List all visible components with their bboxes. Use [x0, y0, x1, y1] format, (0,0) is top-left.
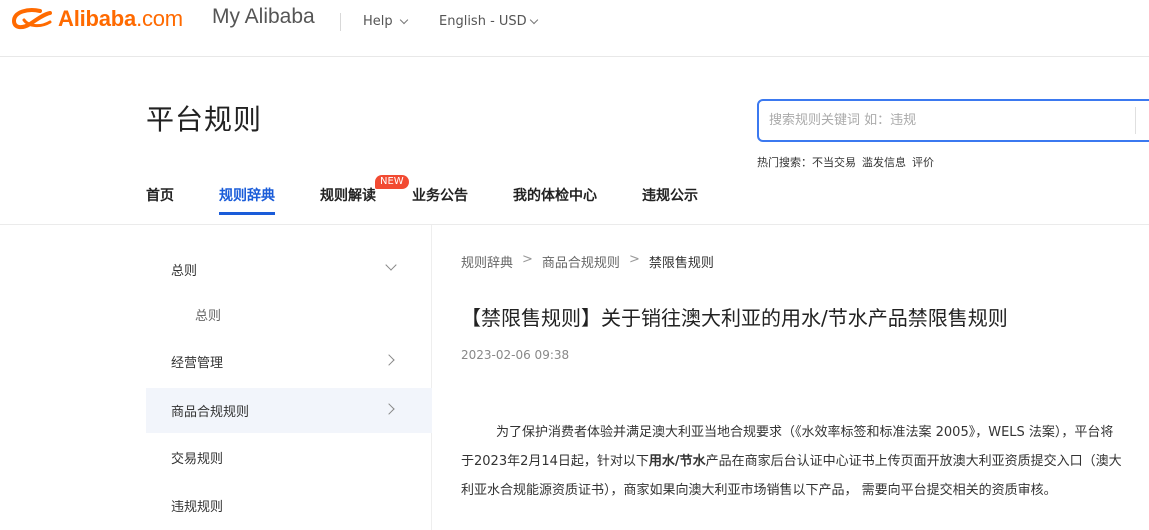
sidebar-item-trade[interactable]: 交易规则	[146, 435, 432, 480]
breadcrumb-link[interactable]: 商品合规规则	[542, 252, 620, 271]
hot-search-term[interactable]: 滥发信息	[862, 154, 906, 170]
search-input[interactable]	[769, 101, 1129, 140]
article-title: 【禁限售规则】关于销往澳大利亚的用水/节水产品禁限售规则	[461, 306, 1008, 330]
new-badge: NEW	[375, 175, 409, 189]
sidebar-item-product-compliance[interactable]: 商品合规规则	[146, 388, 432, 433]
language-currency-menu[interactable]: English - USD	[439, 14, 538, 29]
top-bar: Alibaba.com My Alibaba Help English - US…	[0, 0, 1149, 57]
hot-search-term[interactable]: 不当交易	[812, 154, 856, 170]
hot-search-term[interactable]: 评价	[912, 154, 934, 170]
sidebar-item-operations[interactable]: 经营管理	[146, 339, 432, 384]
breadcrumb-separator: >	[628, 252, 640, 267]
sidebar-item-general[interactable]: 总则	[146, 247, 432, 292]
nav-announcements[interactable]: 业务公告	[412, 185, 468, 215]
sidebar: 总则 总则 经营管理 商品合规规则 交易规则 违规规则	[146, 225, 432, 530]
divider	[340, 13, 341, 31]
search-divider	[1135, 107, 1136, 134]
nav-home[interactable]: 首页	[146, 185, 174, 215]
sidebar-item-label: 商品合规规则	[171, 405, 250, 420]
language-label: English - USD	[439, 14, 527, 29]
breadcrumb-link[interactable]: 规则辞典	[461, 252, 513, 271]
logo-wordmark: Alibaba.com	[58, 6, 183, 31]
sidebar-subitem-general[interactable]: 总则	[146, 292, 432, 337]
nav-checkup-center[interactable]: 我的体检中心	[513, 185, 597, 215]
sidebar-item-label: 经营管理	[171, 356, 224, 371]
nav-violations[interactable]: 违规公示	[642, 185, 698, 215]
hot-search-label: 热门搜索：	[757, 156, 812, 169]
hot-searches: 热门搜索： 不当交易 滥发信息 评价	[757, 154, 940, 170]
breadcrumb: 规则辞典 > 商品合规规则 > 禁限售规则	[461, 252, 714, 271]
chevron-down-icon	[399, 15, 408, 24]
help-menu[interactable]: Help	[363, 14, 408, 29]
chevron-down-icon	[529, 15, 538, 24]
chevron-down-icon	[385, 259, 397, 271]
sidebar-item-violation[interactable]: 违规规则	[146, 483, 432, 528]
help-label: Help	[363, 14, 393, 29]
nav-label: 规则解读	[320, 188, 376, 204]
page-title: 平台规则	[146, 103, 263, 136]
article-text-bold: 用水/节水	[648, 454, 706, 469]
nav-rules-interpretation[interactable]: 规则解读 NEW	[320, 175, 409, 215]
chevron-right-icon	[383, 354, 395, 366]
breadcrumb-current: 禁限售规则	[648, 256, 714, 271]
article-date: 2023-02-06 09:38	[461, 348, 570, 362]
search-box	[757, 99, 1149, 142]
alibaba-logo-icon	[11, 8, 52, 30]
article-body: 为了保护消费者体验并满足澳大利亚当地合规要求（《水效率标签和标准法案 2005》…	[461, 418, 1126, 505]
product-name: My Alibaba	[212, 5, 315, 28]
nav-rules-dictionary[interactable]: 规则辞典	[219, 185, 275, 215]
alibaba-logo[interactable]: Alibaba.com	[10, 6, 183, 32]
sidebar-item-label: 总则	[171, 264, 198, 279]
main-nav: 首页 规则辞典 规则解读 NEW 业务公告 我的体检中心 违规公示	[146, 175, 743, 215]
chevron-right-icon	[383, 403, 395, 415]
breadcrumb-separator: >	[522, 252, 533, 267]
sidebar-item-label: 交易规则	[171, 452, 224, 467]
sidebar-item-label: 违规规则	[171, 500, 224, 515]
sidebar-item-label: 总则	[195, 309, 222, 324]
